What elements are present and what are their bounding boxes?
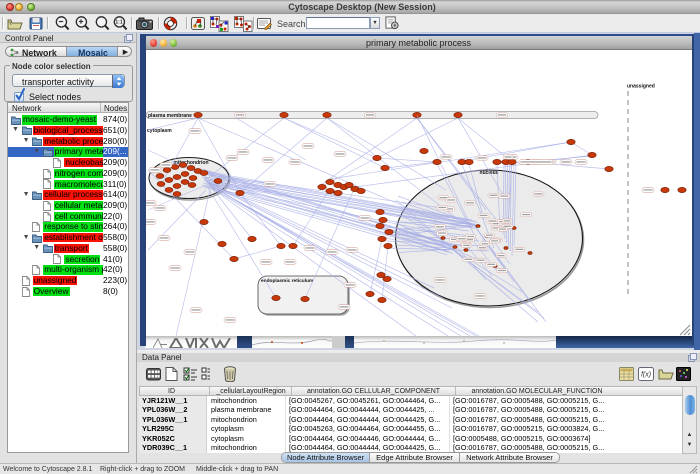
svg-text:plasma membrane: plasma membrane xyxy=(148,113,192,119)
svg-text:unassigned: unassigned xyxy=(627,84,655,90)
svg-text:mitochondrion: mitochondrion xyxy=(173,160,208,166)
svg-text:f(x): f(x) xyxy=(641,372,651,379)
svg-text:cytoplasm: cytoplasm xyxy=(147,128,172,134)
svg-text:1:1: 1:1 xyxy=(115,20,122,26)
svg-text:endoplasmic reticulum: endoplasmic reticulum xyxy=(261,278,313,284)
